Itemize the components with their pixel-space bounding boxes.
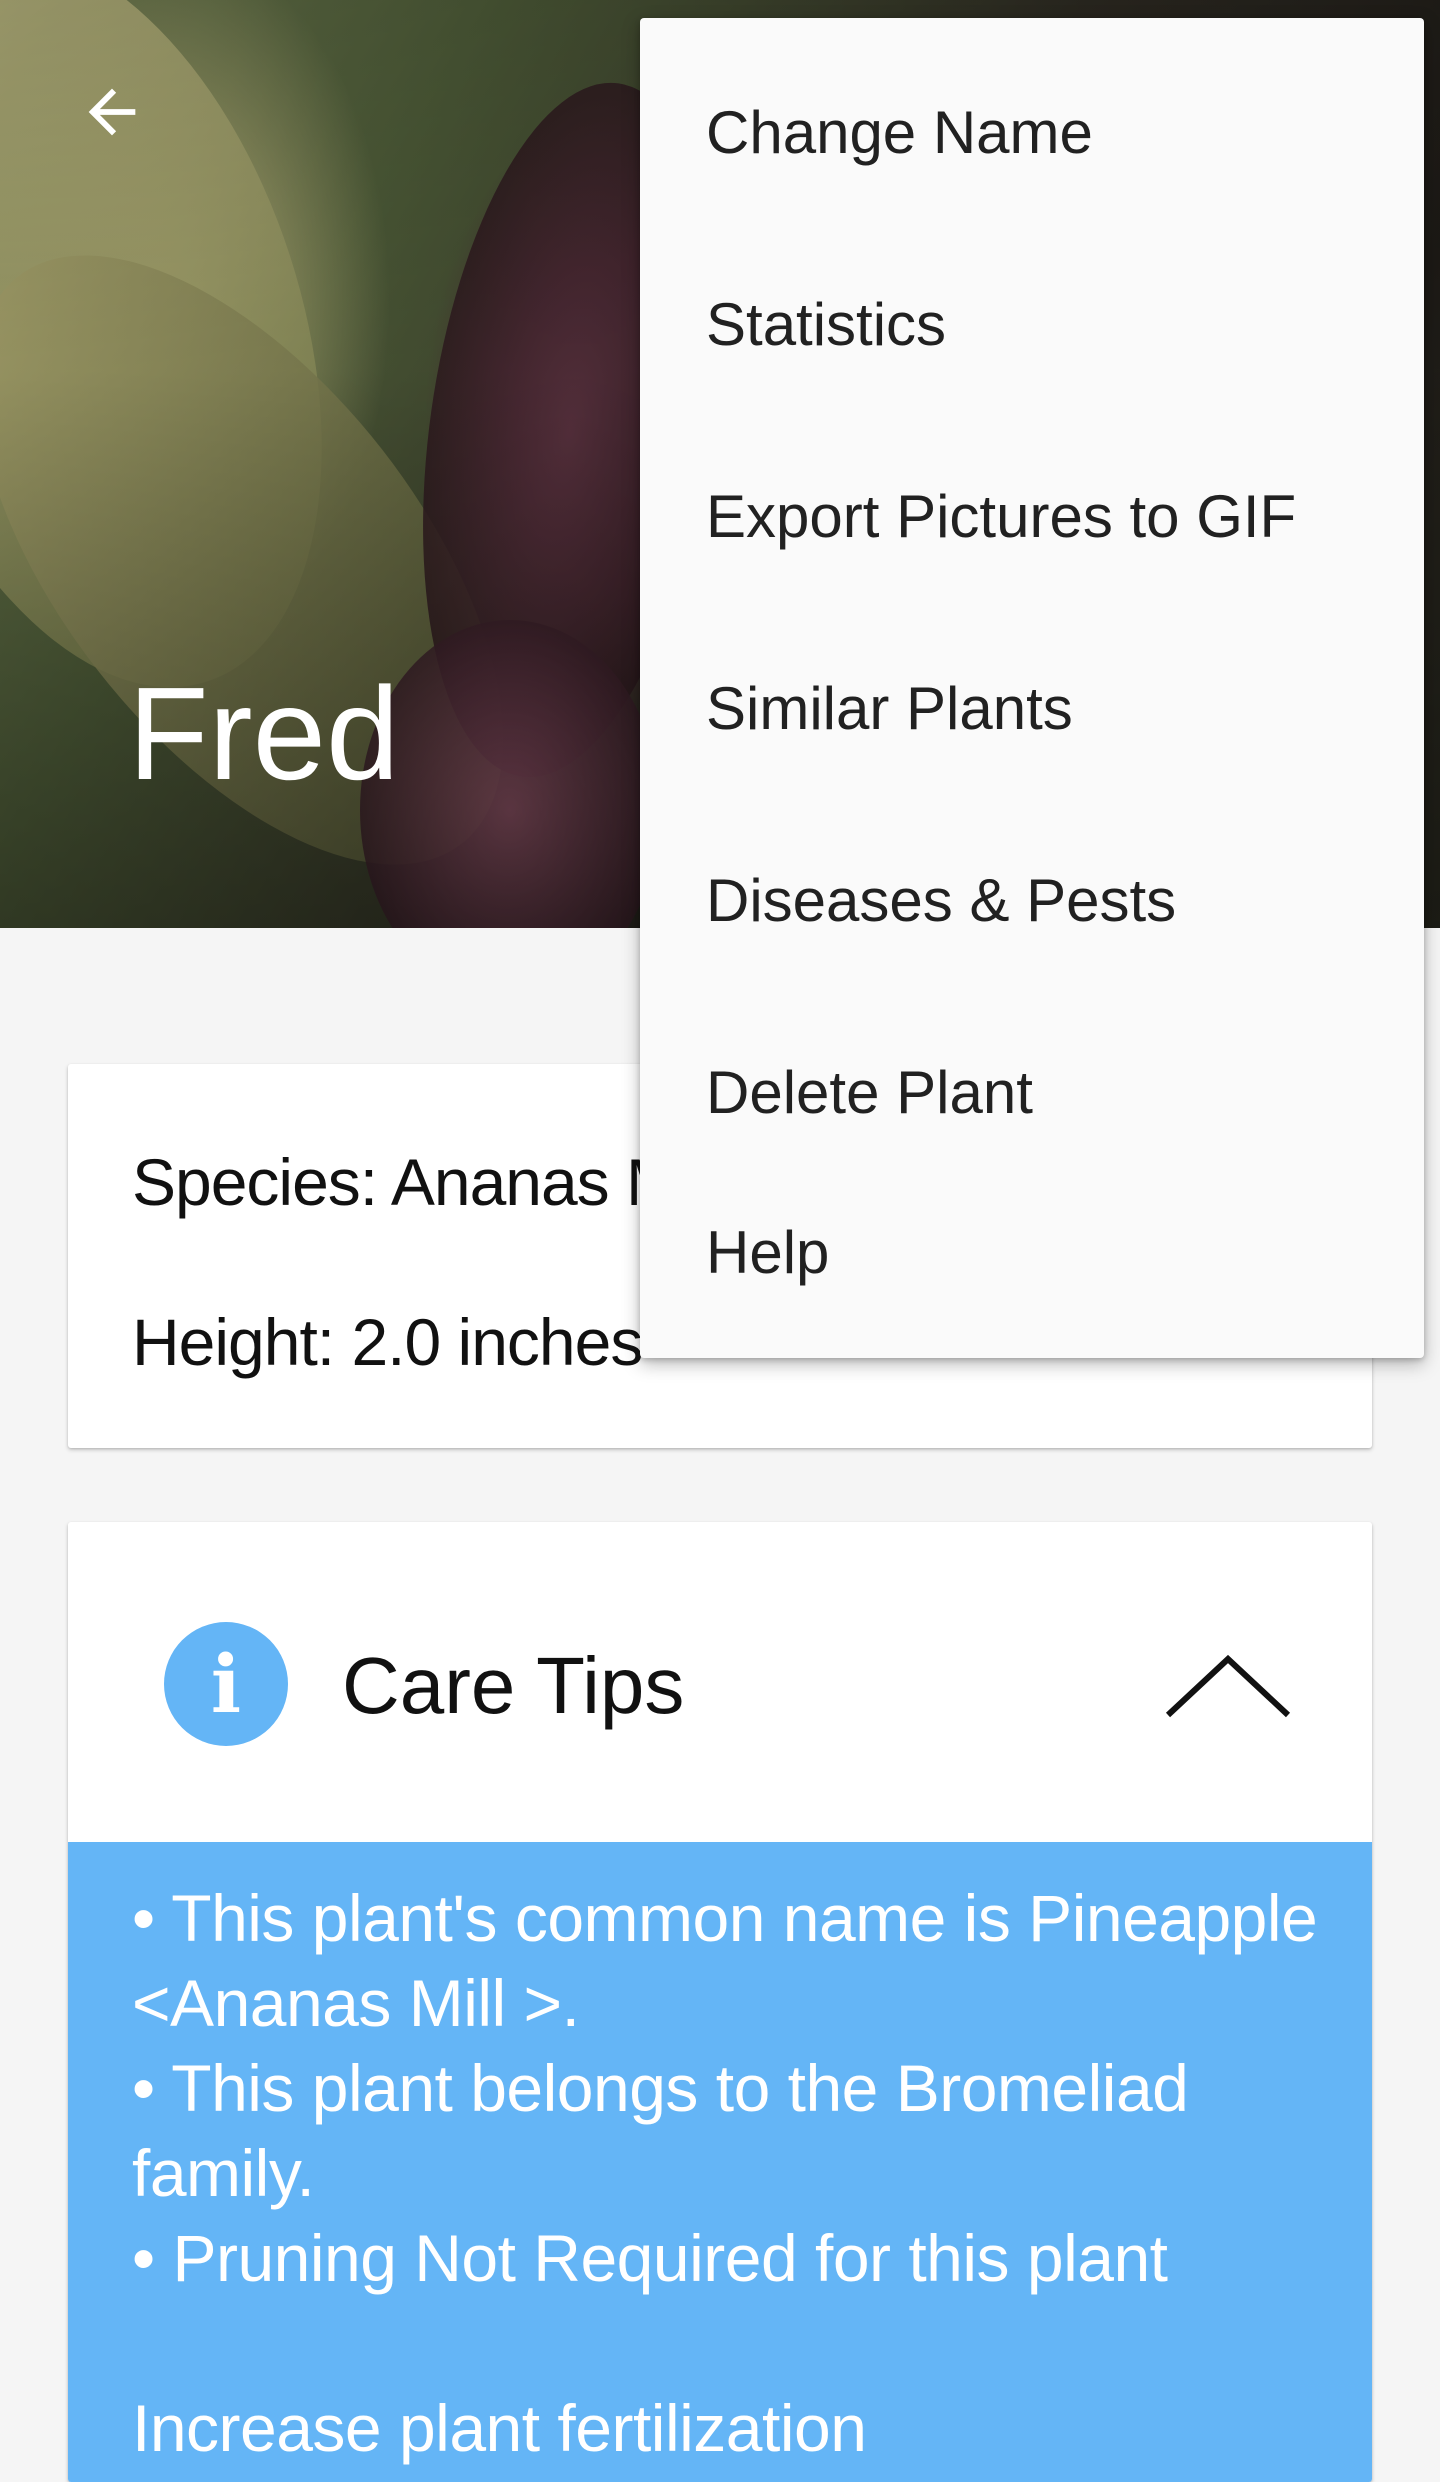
height-text: Height: 2.0 inches — [132, 1305, 643, 1379]
back-button[interactable] — [62, 62, 162, 162]
overflow-menu: Change Name Statistics Export Pictures t… — [640, 18, 1424, 1358]
species-text: Species: Ananas M — [132, 1145, 681, 1219]
plant-name-title: Fred — [128, 660, 400, 807]
care-tips-title: Care Tips — [342, 1641, 685, 1730]
menu-item-help[interactable]: Help — [640, 1156, 1424, 1348]
care-tips-card: i Care Tips • This plant's common name i… — [68, 1522, 1372, 2482]
arrow-left-icon — [88, 88, 136, 136]
care-tips-header[interactable]: i Care Tips — [68, 1522, 1372, 1842]
menu-item-export-gif[interactable]: Export Pictures to GIF — [640, 420, 1424, 612]
menu-item-similar-plants[interactable]: Similar Plants — [640, 612, 1424, 804]
care-tips-text: • This plant's common name is Pineapple … — [132, 1881, 1318, 2465]
chevron-up-icon[interactable] — [1158, 1637, 1298, 1727]
care-tips-body: • This plant's common name is Pineapple … — [68, 1842, 1372, 2482]
menu-item-diseases-pests[interactable]: Diseases & Pests — [640, 804, 1424, 996]
info-icon: i — [164, 1622, 288, 1746]
menu-item-change-name[interactable]: Change Name — [640, 36, 1424, 228]
menu-item-statistics[interactable]: Statistics — [640, 228, 1424, 420]
